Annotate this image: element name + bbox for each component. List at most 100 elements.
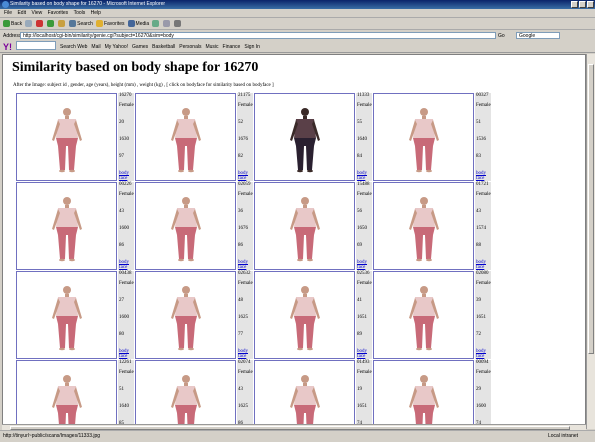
body-scan-image[interactable] — [16, 271, 117, 359]
yahoo-link-my-yahoo[interactable]: My Yahoo! — [105, 41, 128, 52]
face-link[interactable]: face — [357, 176, 365, 181]
face-link[interactable]: face — [357, 265, 365, 270]
yahoo-logo[interactable]: Y! — [3, 41, 12, 52]
subject-height: 1651 — [357, 315, 367, 320]
vertical-scroll-thumb[interactable] — [588, 64, 594, 354]
subject-id: 00226 — [119, 182, 132, 187]
forward-button[interactable] — [25, 18, 33, 29]
close-button[interactable] — [587, 1, 594, 8]
face-link[interactable]: face — [476, 265, 484, 270]
page-title: Similarity based on body shape for 16270 — [12, 60, 259, 75]
subject-gender: Female — [238, 103, 253, 108]
subject-height: 1600 — [119, 226, 129, 231]
body-scan-image[interactable] — [254, 271, 355, 359]
favorites-button[interactable]: Favorites — [95, 18, 125, 29]
back-button[interactable]: Back — [3, 18, 22, 29]
search-web-button[interactable]: Search Web — [60, 41, 87, 52]
subject-info: 00226 Female 43 1600 86 body face — [118, 182, 134, 270]
menu-edit[interactable]: Edit — [17, 10, 26, 16]
body-scan-image[interactable] — [373, 271, 474, 359]
subject-info: 12261Female51164085bodyface — [118, 360, 134, 428]
face-link[interactable]: face — [357, 354, 365, 359]
address-label: Address — [3, 33, 22, 39]
yahoo-link-sign-in[interactable]: Sign In — [244, 41, 260, 52]
body-scan-image[interactable] — [135, 182, 236, 270]
history-button[interactable] — [152, 18, 160, 29]
subject-id: 01721 — [476, 182, 489, 187]
yahoo-link-games[interactable]: Games — [132, 41, 148, 52]
subject-age: 43 — [476, 209, 481, 214]
refresh-button[interactable] — [47, 18, 55, 29]
media-button[interactable]: Media — [127, 18, 149, 29]
result-cell: 02632 Female 48 1625 77 body face — [135, 271, 253, 360]
body-scan-image[interactable] — [135, 93, 236, 181]
home-button[interactable] — [58, 18, 66, 29]
yahoo-toolbar: Y! Search Web Mail My Yahoo! Games Baske… — [0, 41, 595, 53]
yahoo-link-music[interactable]: Music — [205, 41, 218, 52]
body-scan-image[interactable] — [135, 360, 236, 428]
subject-id: 00094 — [476, 360, 489, 365]
similarity-links: body face — [238, 349, 248, 359]
yahoo-link-personals[interactable]: Personals — [179, 41, 201, 52]
minimize-button[interactable] — [571, 1, 578, 8]
body-scan-image[interactable] — [254, 360, 355, 428]
face-link[interactable]: face — [476, 176, 484, 181]
menu-view[interactable]: View — [31, 10, 42, 16]
body-scan-image[interactable] — [254, 93, 355, 181]
menu-favorites[interactable]: Favorites — [48, 10, 69, 16]
window-title: Similarity based on body shape for 16270… — [10, 1, 166, 7]
face-link[interactable]: face — [119, 354, 127, 359]
similarity-links: body face — [238, 260, 248, 270]
yahoo-link-finance[interactable]: Finance — [223, 41, 241, 52]
face-link[interactable]: face — [119, 176, 127, 181]
address-bar: Address http://localhost/cgi-bin/similar… — [0, 31, 595, 41]
google-search-box[interactable]: Google — [516, 32, 560, 39]
yahoo-link-basketball[interactable]: Basketball — [152, 41, 175, 52]
subject-height: 1574 — [476, 226, 486, 231]
stop-button[interactable] — [36, 18, 44, 29]
face-link[interactable]: face — [238, 176, 246, 181]
subject-id: 02080 — [476, 271, 489, 276]
menu-bar: File Edit View Favorites Tools Help — [0, 9, 595, 18]
subject-id: 02632 — [238, 271, 251, 276]
body-scan-image[interactable] — [16, 360, 117, 428]
subject-weight: 84 — [357, 154, 362, 159]
similarity-links: body face — [476, 171, 486, 181]
subject-weight: 83 — [476, 154, 481, 159]
yahoo-search-input[interactable] — [16, 41, 56, 50]
subject-info: 16270 Female 20 1630 97 body face — [118, 93, 134, 181]
body-scan-image[interactable] — [16, 93, 117, 181]
menu-file[interactable]: File — [4, 10, 12, 16]
subject-info: 02080 Female 39 1651 72 body face — [475, 271, 491, 359]
body-scan-image[interactable] — [16, 182, 117, 270]
result-cell: 02536 Female 41 1651 89 body face — [254, 271, 372, 360]
web-page: Similarity based on body shape for 16270… — [2, 54, 586, 429]
subject-height: 1600 — [119, 315, 129, 320]
body-scan-image[interactable] — [254, 182, 355, 270]
body-scan-image[interactable] — [373, 93, 474, 181]
subject-age: 52 — [238, 120, 243, 125]
menu-help[interactable]: Help — [91, 10, 101, 16]
search-button[interactable]: Search — [69, 18, 93, 29]
face-link[interactable]: face — [238, 354, 246, 359]
print-button[interactable] — [174, 18, 182, 29]
subject-id: 01493 — [357, 360, 370, 365]
mail-button[interactable] — [163, 18, 171, 29]
body-scan-image[interactable] — [373, 360, 474, 428]
subject-height: 1651 — [357, 404, 367, 409]
maximize-button[interactable] — [579, 1, 586, 8]
menu-tools[interactable]: Tools — [74, 10, 86, 16]
go-button[interactable]: Go — [498, 31, 505, 41]
address-input[interactable]: http://localhost/cgi-bin/similarity/geni… — [20, 32, 496, 39]
face-link[interactable]: face — [476, 354, 484, 359]
subject-id: 16270 — [119, 93, 132, 98]
body-figure-icon — [290, 197, 320, 262]
vertical-scrollbar[interactable] — [586, 54, 595, 429]
body-figure-icon — [171, 197, 201, 262]
body-scan-image[interactable] — [135, 271, 236, 359]
subject-weight: 77 — [238, 332, 243, 337]
yahoo-link-mail[interactable]: Mail — [91, 41, 100, 52]
face-link[interactable]: face — [238, 265, 246, 270]
body-scan-image[interactable] — [373, 182, 474, 270]
face-link[interactable]: face — [119, 265, 127, 270]
